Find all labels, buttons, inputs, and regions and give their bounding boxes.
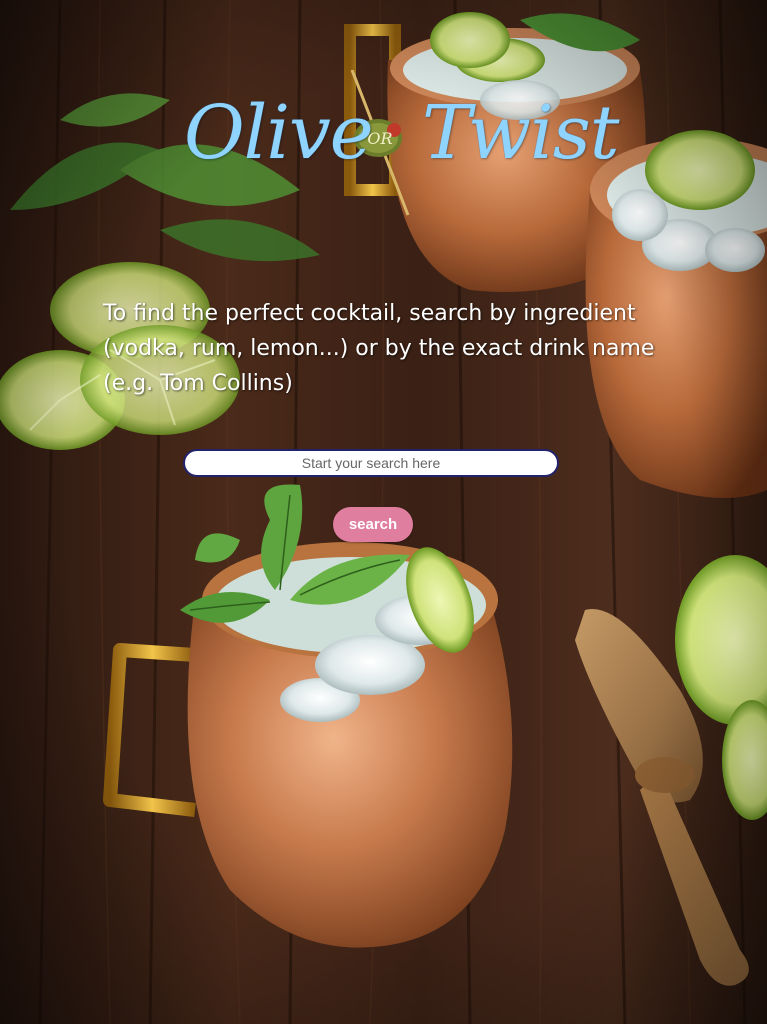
logo-word-olive: Olive	[184, 90, 374, 176]
search-button[interactable]: search	[333, 507, 413, 542]
logo: Olive OR Twist	[180, 70, 619, 220]
search-instructions: To find the perfect cocktail, search by …	[103, 301, 655, 396]
page-content: Olive OR Twist To find the perfect cockt…	[0, 0, 767, 1024]
search-input[interactable]	[183, 449, 559, 477]
logo-word-twist: Twist	[422, 90, 619, 176]
logo-word-or: OR	[367, 128, 393, 148]
